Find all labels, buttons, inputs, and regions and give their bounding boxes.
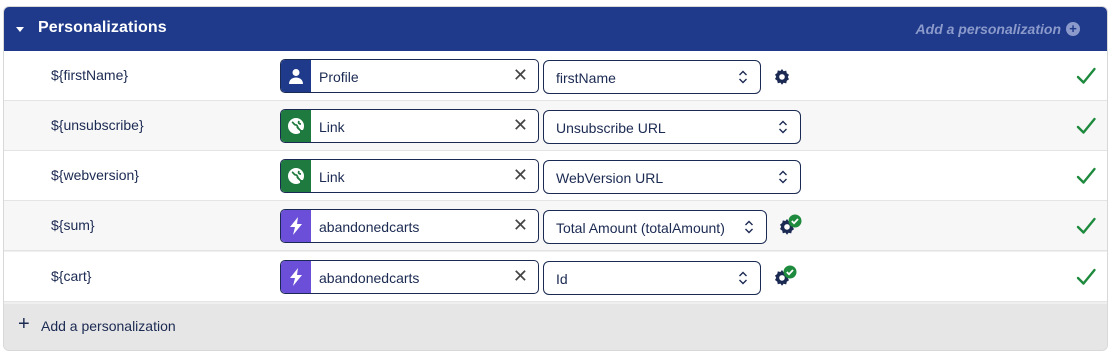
clear-icon[interactable]: ✕: [513, 266, 528, 286]
clear-icon[interactable]: ✕: [513, 165, 528, 185]
variable-name: ${firstName}: [51, 67, 129, 83]
field-label: Unsubscribe URL: [556, 120, 666, 136]
gear-icon[interactable]: [775, 214, 802, 240]
field-label: Total Amount (totalAmount): [556, 220, 725, 236]
personalization-row: ${unsubscribe} Link ✕ Unsubscribe URL: [4, 101, 1107, 151]
panel-title: Personalizations: [38, 19, 167, 36]
globe-link-icon: [281, 160, 311, 192]
lightning-icon: [281, 261, 311, 293]
panel-header[interactable]: Personalizations Add a personalization +: [4, 7, 1107, 51]
source-label: Profile: [319, 69, 359, 85]
field-label: WebVersion URL: [556, 170, 664, 186]
personalizations-panel: Personalizations Add a personalization +…: [4, 7, 1107, 350]
variable-name: ${cart}: [51, 268, 92, 284]
variable-name: ${webversion}: [51, 167, 139, 183]
select-arrows-icon: [778, 119, 788, 135]
add-personalization-button[interactable]: + Add a personalization: [4, 304, 1107, 350]
select-arrows-icon: [778, 169, 788, 185]
field-select[interactable]: WebVersion URL: [543, 160, 801, 194]
source-select[interactable]: abandonedcarts ✕: [280, 260, 539, 294]
source-select[interactable]: abandonedcarts ✕: [280, 209, 539, 243]
source-label: abandonedcarts: [319, 219, 420, 235]
gear-icon[interactable]: [770, 265, 797, 291]
select-arrows-icon: [738, 69, 748, 85]
plus-icon: +: [18, 313, 30, 335]
source-label: Link: [319, 169, 345, 185]
plus-circle-icon[interactable]: +: [1066, 22, 1080, 36]
header-add-personalization-link[interactable]: Add a personalization: [916, 21, 1061, 37]
personalization-row: ${firstName} Profile ✕ firstName: [4, 51, 1107, 101]
add-personalization-label: Add a personalization: [41, 318, 176, 334]
source-label: abandonedcarts: [319, 270, 420, 286]
source-select[interactable]: Link ✕: [280, 109, 539, 143]
source-select[interactable]: Profile ✕: [280, 59, 539, 93]
collapse-caret-icon[interactable]: [16, 27, 24, 32]
gear-icon[interactable]: [770, 64, 796, 90]
lightning-icon: [281, 210, 311, 242]
field-select[interactable]: Total Amount (totalAmount): [543, 210, 767, 244]
valid-check-icon: [1075, 266, 1097, 288]
field-label: Id: [556, 271, 568, 287]
valid-check-icon: [1075, 165, 1097, 187]
valid-check-icon: [1075, 215, 1097, 237]
source-select[interactable]: Link ✕: [280, 159, 539, 193]
source-label: Link: [319, 119, 345, 135]
field-select[interactable]: Id: [543, 261, 761, 295]
field-select[interactable]: Unsubscribe URL: [543, 110, 801, 144]
field-label: firstName: [556, 70, 616, 86]
variable-name: ${unsubscribe}: [51, 117, 144, 133]
personalization-row: ${webversion} Link ✕ WebVersion URL: [4, 151, 1107, 201]
clear-icon[interactable]: ✕: [513, 115, 528, 135]
valid-check-icon: [1075, 115, 1097, 137]
personalization-row: ${cart} abandonedcarts ✕ Id: [4, 252, 1107, 302]
valid-check-icon: [1075, 65, 1097, 87]
select-arrows-icon: [738, 270, 748, 286]
clear-icon[interactable]: ✕: [513, 65, 528, 85]
personalization-row: ${sum} abandonedcarts ✕ Total Amount (total…: [4, 201, 1107, 251]
field-select[interactable]: firstName: [543, 60, 761, 94]
clear-icon[interactable]: ✕: [513, 215, 528, 235]
select-arrows-icon: [744, 219, 754, 235]
variable-name: ${sum}: [51, 217, 95, 233]
globe-link-icon: [281, 110, 311, 142]
person-icon: [281, 60, 311, 92]
